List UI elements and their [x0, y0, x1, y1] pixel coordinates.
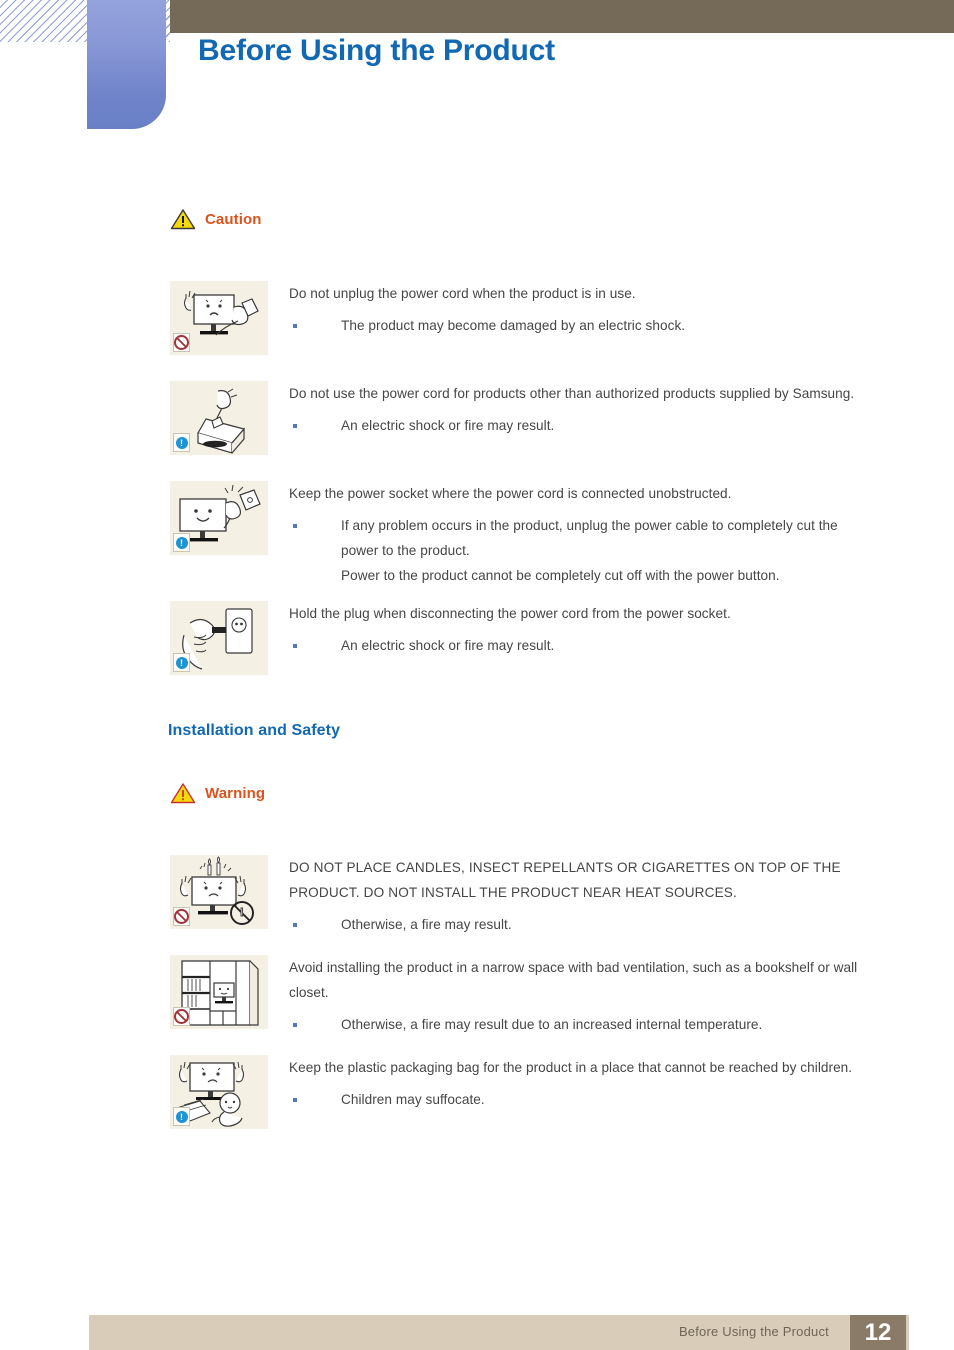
bullet-item: Children may suffocate.: [289, 1087, 870, 1112]
safety-item-text: Avoid installing the product in a narrow…: [268, 955, 870, 1037]
prohibition-icon: [173, 333, 190, 352]
info-icon: [173, 433, 190, 452]
prohibition-icon: [173, 907, 190, 926]
safety-item-row: Keep the plastic packaging bag for the p…: [170, 1055, 870, 1129]
section-heading-installation-and-safety: Installation and Safety: [168, 722, 341, 739]
bullet-list: The product may become damaged by an ele…: [289, 313, 870, 338]
safety-item-row: Do not use the power cord for products o…: [170, 381, 870, 455]
info-icon: [173, 533, 190, 552]
bullet-item: The product may become damaged by an ele…: [289, 313, 870, 338]
header-blue-tab: [87, 0, 166, 129]
bullet-list: Otherwise, a fire may result.: [289, 912, 870, 937]
bullet-list: If any problem occurs in the product, un…: [289, 513, 870, 588]
warning-notice-heading: Warning: [170, 782, 265, 804]
monitor-bookshelf-illustration: [170, 955, 268, 1029]
lead-text: Keep the power socket where the power co…: [289, 486, 732, 501]
safety-item-row: Keep the power socket where the power co…: [170, 481, 870, 588]
safety-item-text: Do not use the power cord for products o…: [268, 381, 870, 455]
lead-text: Do not unplug the power cord when the pr…: [289, 286, 636, 301]
warning-label: Warning: [205, 784, 266, 802]
bullet-item-continued: Power to the product cannot be completel…: [341, 568, 780, 583]
document-page: Before Using the Product Caution Do not …: [0, 0, 954, 1350]
page-title: Before Using the Product: [198, 34, 555, 67]
footer-label: Before Using the Product: [678, 1324, 829, 1339]
prohibition-icon: [173, 1007, 190, 1026]
monitor-power-socket-illustration: [170, 481, 268, 555]
safety-item-text: Hold the plug when disconnecting the pow…: [268, 601, 870, 675]
safety-item-row: DO NOT PLACE CANDLES, INSECT REPELLANTS …: [170, 855, 870, 937]
safety-item-text: Keep the plastic packaging bag for the p…: [268, 1055, 870, 1129]
safety-item-row: Hold the plug when disconnecting the pow…: [170, 601, 870, 675]
safety-item-row: Avoid installing the product in a narrow…: [170, 955, 870, 1037]
safety-item-text: DO NOT PLACE CANDLES, INSECT REPELLANTS …: [268, 855, 870, 937]
hand-holding-plug-illustration: [170, 601, 268, 675]
page-number: 12: [864, 1319, 892, 1346]
safety-item-text: Keep the power socket where the power co…: [268, 481, 870, 588]
bullet-list: Otherwise, a fire may result due to an i…: [289, 1012, 870, 1037]
lead-text: DO NOT PLACE CANDLES, INSECT REPELLANTS …: [289, 860, 841, 900]
plastic-bag-child-illustration: [170, 1055, 268, 1129]
bullet-item: If any problem occurs in the product, un…: [289, 513, 870, 563]
info-icon: [173, 1107, 190, 1126]
safety-item-row: Do not unplug the power cord when the pr…: [170, 281, 870, 355]
info-icon: [173, 653, 190, 672]
caution-notice-heading: Caution: [170, 208, 262, 230]
monitor-unplug-cord-illustration: [170, 281, 268, 355]
samsung-box-power-cord-illustration: [170, 381, 268, 455]
page-number-box: 12: [850, 1315, 906, 1350]
bullet-item: Otherwise, a fire may result.: [289, 912, 870, 937]
warning-triangle-icon: [170, 209, 196, 230]
caution-label: Caution: [205, 210, 262, 228]
warning-triangle-icon: [170, 783, 196, 804]
bullet-list: An electric shock or fire may result.: [289, 413, 870, 438]
bullet-list: Children may suffocate.: [289, 1087, 870, 1112]
bullet-item: Otherwise, a fire may result due to an i…: [289, 1012, 870, 1037]
lead-text: Do not use the power cord for products o…: [289, 386, 855, 401]
monitor-candles-heat-illustration: [170, 855, 268, 929]
lead-text: Avoid installing the product in a narrow…: [289, 960, 858, 1000]
lead-text: Hold the plug when disconnecting the pow…: [289, 606, 731, 621]
bullet-item: An electric shock or fire may result.: [289, 413, 870, 438]
bullet-item: An electric shock or fire may result.: [289, 633, 870, 658]
header-brown-bar: [170, 0, 954, 33]
bullet-list: An electric shock or fire may result.: [289, 633, 870, 658]
lead-text: Keep the plastic packaging bag for the p…: [289, 1060, 853, 1075]
safety-item-text: Do not unplug the power cord when the pr…: [268, 281, 870, 355]
